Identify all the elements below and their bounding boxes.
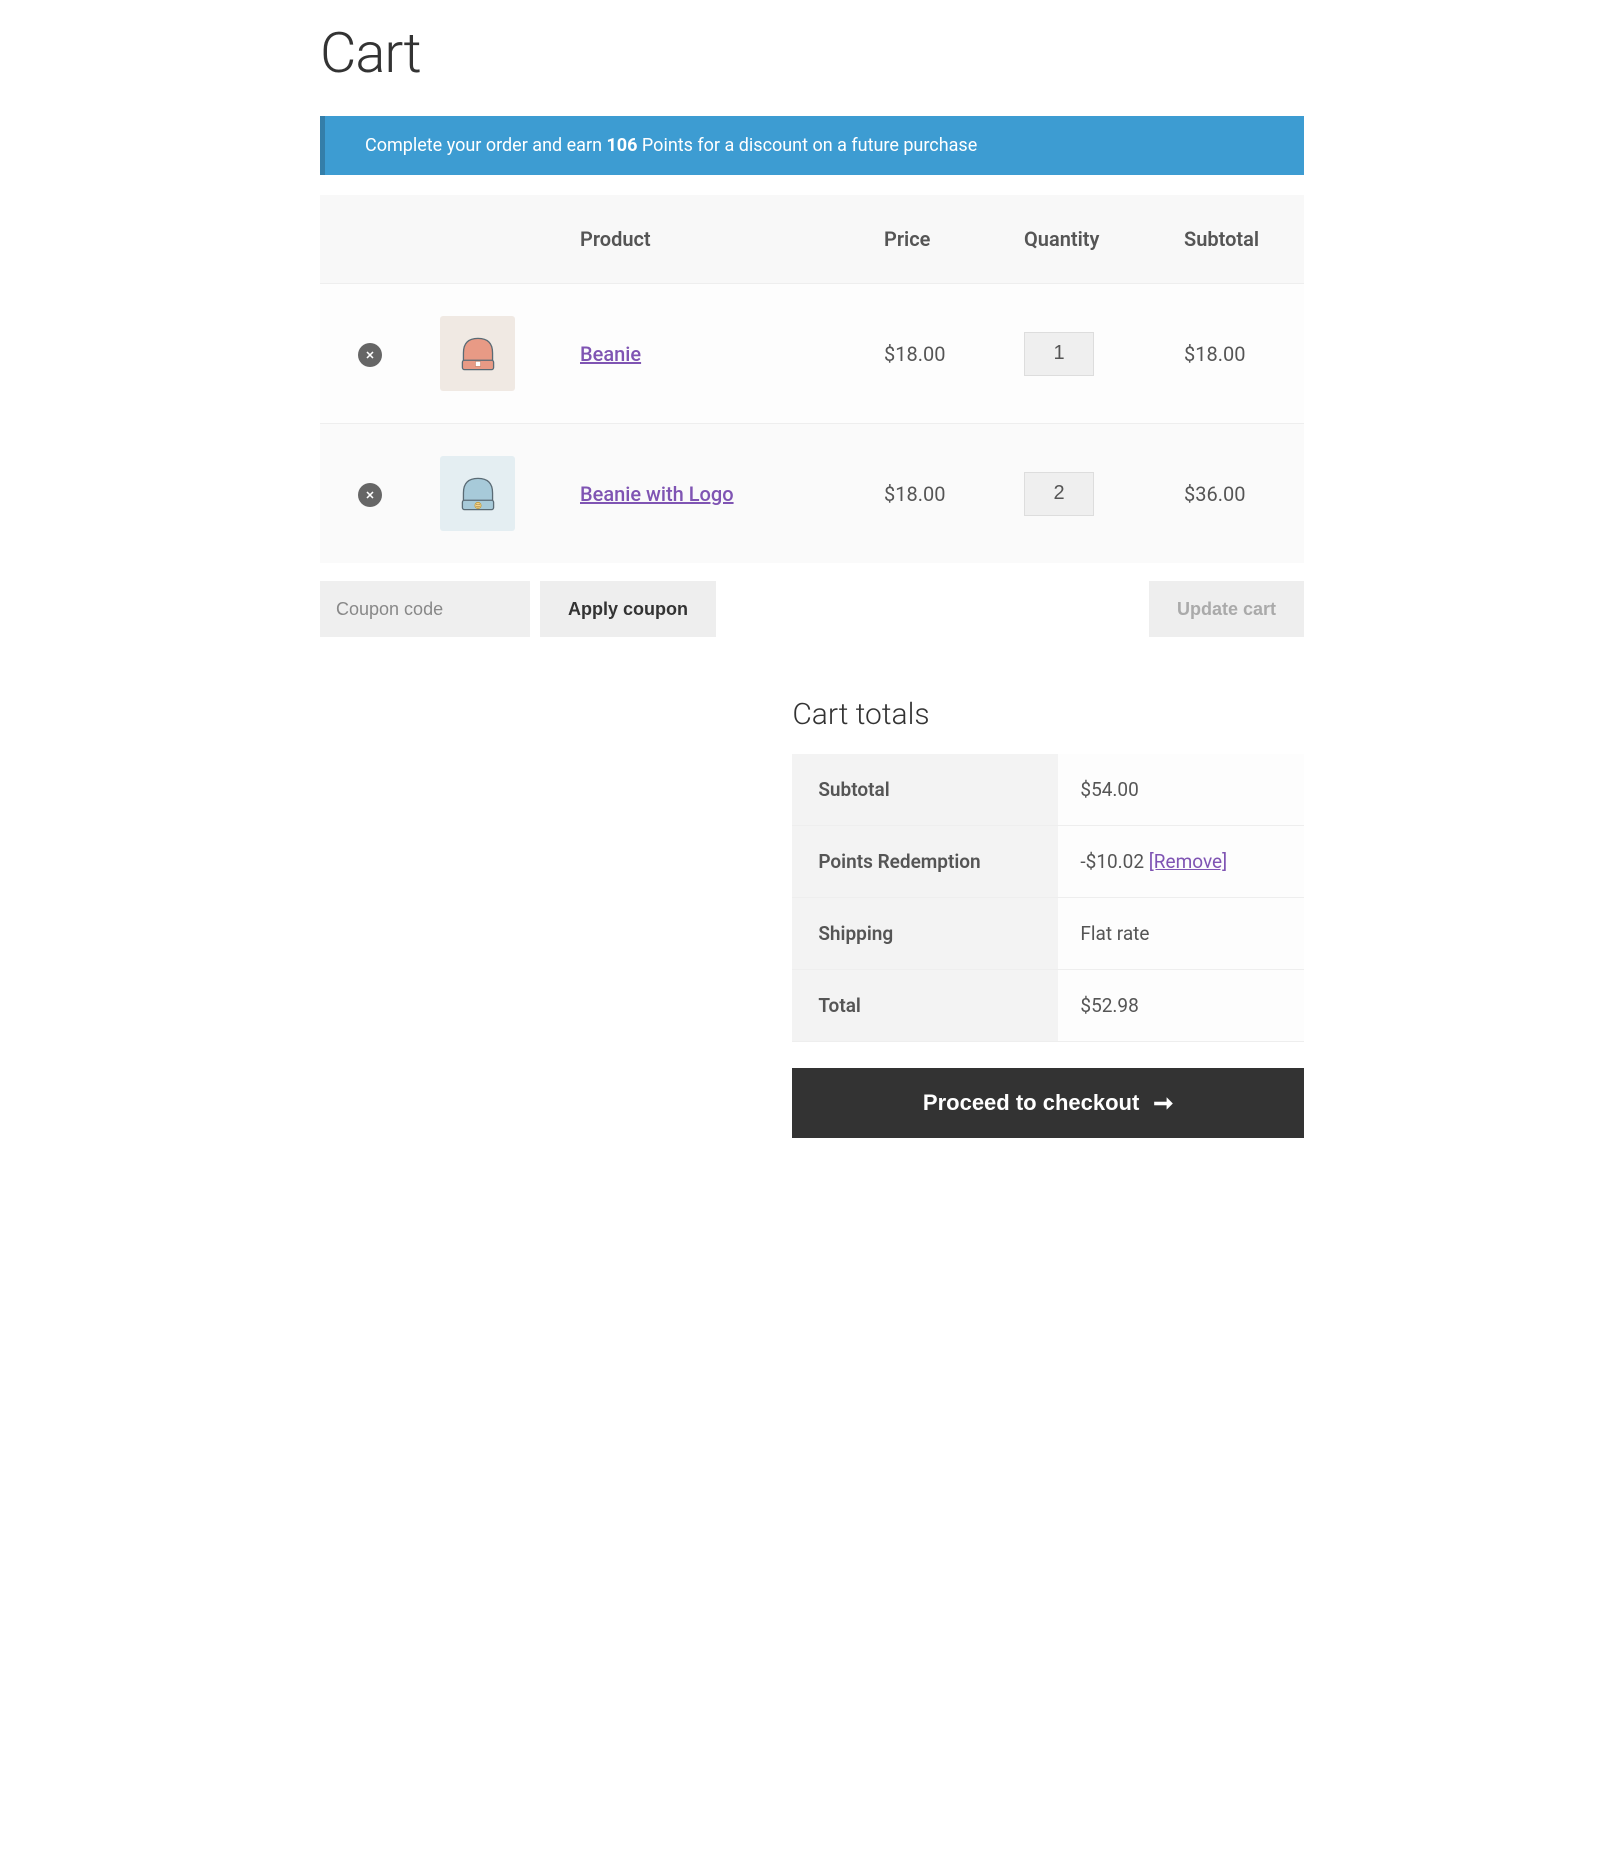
th-remove [320,195,420,284]
cart-table: Product Price Quantity Subtotal Beanie $… [320,195,1304,563]
table-row: Beanie $18.00 $18.00 [320,284,1304,424]
subtotal-value: $54.00 [1058,754,1304,826]
cart-totals-title: Cart totals [792,697,1304,732]
product-name-link[interactable]: Beanie with Logo [580,482,734,506]
arrow-right-icon: ➞ [1153,1089,1173,1118]
banner-suffix: Points for a discount on a future purcha… [637,135,977,156]
total-label: Total [792,970,1058,1042]
product-thumbnail[interactable] [440,456,515,531]
banner-points: 106 [606,135,637,156]
product-subtotal: $18.00 [1164,284,1304,424]
apply-coupon-button[interactable]: Apply coupon [540,581,716,637]
shipping-value: Flat rate [1058,898,1304,970]
cart-actions: Apply coupon Update cart [320,581,1304,637]
th-price: Price [864,195,1004,284]
table-row: Beanie with Logo $18.00 $36.00 [320,424,1304,564]
remove-points-link[interactable]: [Remove] [1149,850,1227,873]
product-name-link[interactable]: Beanie [580,342,641,366]
totals-table: Subtotal $54.00 Points Redemption -$10.0… [792,754,1304,1042]
points-redemption-value: -$10.02 [Remove] [1058,826,1304,898]
th-quantity: Quantity [1004,195,1164,284]
update-cart-button[interactable]: Update cart [1149,581,1304,637]
proceed-to-checkout-button[interactable]: Proceed to checkout ➞ [792,1068,1304,1138]
page-title: Cart [320,20,1304,86]
th-product: Product [560,195,864,284]
product-price: $18.00 [864,284,1004,424]
points-banner: Complete your order and earn 106 Points … [320,116,1304,175]
product-price: $18.00 [864,424,1004,564]
checkout-label: Proceed to checkout [923,1090,1139,1116]
th-thumb [420,195,560,284]
cart-totals: Cart totals Subtotal $54.00 Points Redem… [792,697,1304,1138]
quantity-input[interactable] [1024,472,1094,516]
quantity-input[interactable] [1024,332,1094,376]
shipping-label: Shipping [792,898,1058,970]
th-subtotal: Subtotal [1164,195,1304,284]
points-amount: -$10.02 [1080,850,1148,873]
total-value: $52.98 [1058,970,1304,1042]
remove-item-button[interactable] [358,343,382,367]
remove-item-button[interactable] [358,483,382,507]
product-subtotal: $36.00 [1164,424,1304,564]
points-redemption-label: Points Redemption [792,826,1058,898]
subtotal-label: Subtotal [792,754,1058,826]
banner-prefix: Complete your order and earn [365,135,606,156]
coupon-input[interactable] [320,581,530,637]
product-thumbnail[interactable] [440,316,515,391]
